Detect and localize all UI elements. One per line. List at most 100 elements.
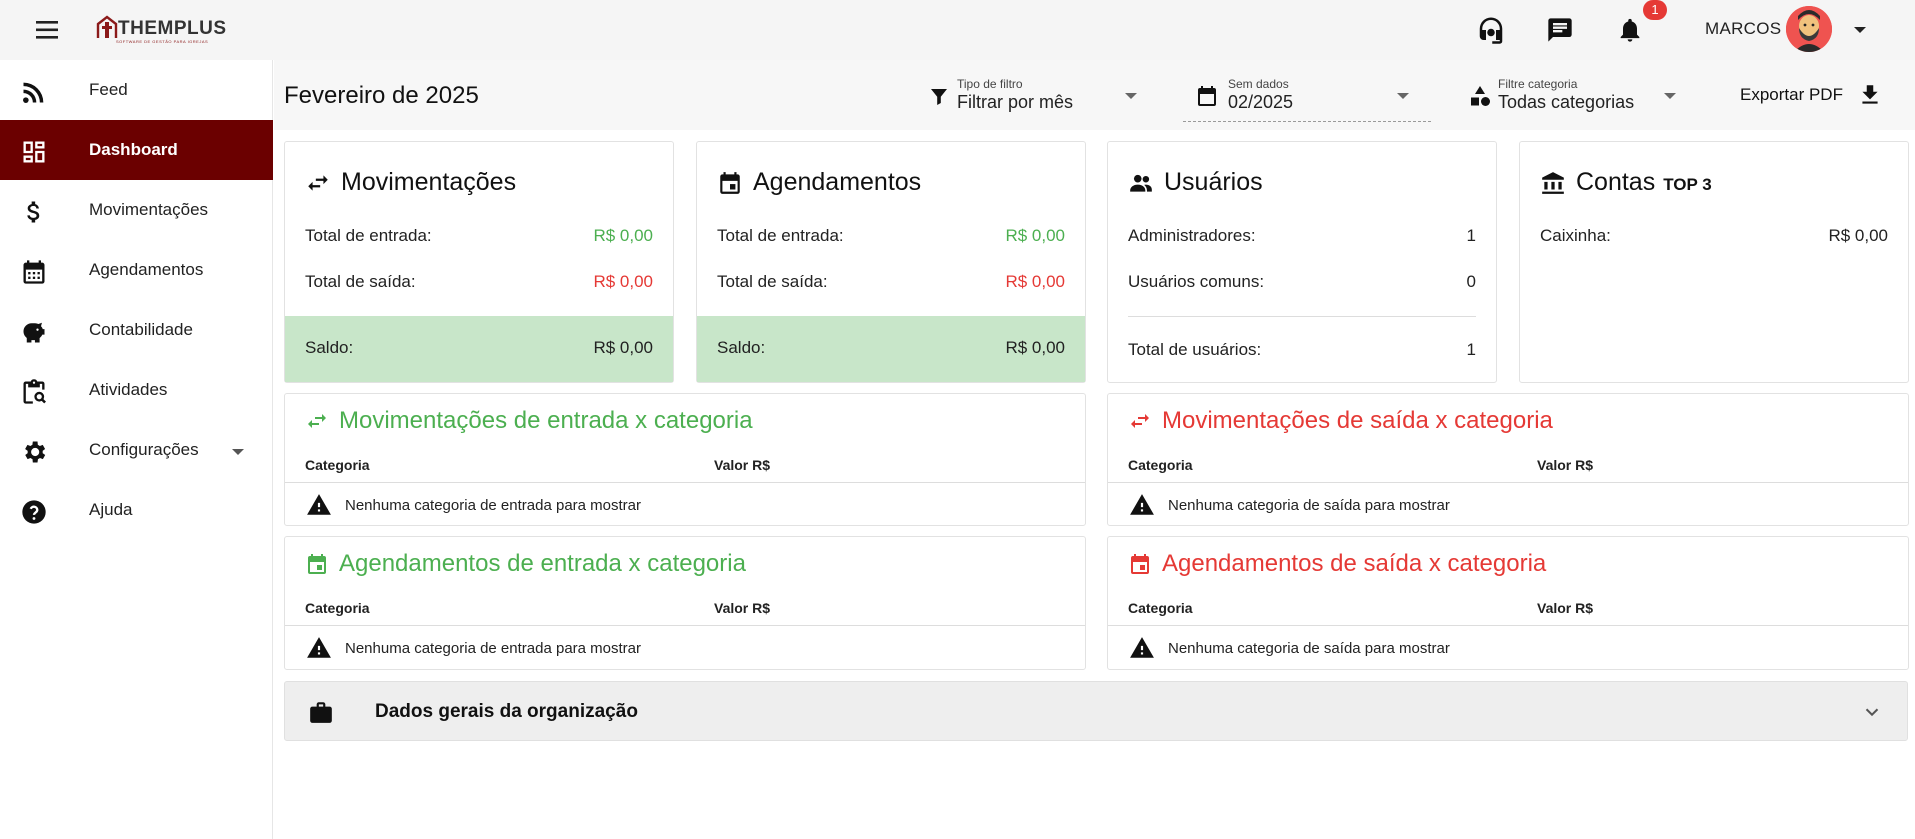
panel-title: Agendamentos de saída x categoria (1128, 550, 1546, 578)
sidebar-item-movimentacoes[interactable]: Movimentações (0, 180, 273, 240)
export-pdf-label: Exportar PDF (1740, 85, 1843, 104)
sidebar-item-contabilidade[interactable]: Contabilidade (0, 300, 273, 360)
panel-movimentacoes-entrada: Movimentações de entrada x categoria Cat… (284, 393, 1086, 526)
sidebar-item-ajuda[interactable]: Ajuda (0, 480, 273, 540)
sidebar-item-label: Configurações (89, 440, 199, 459)
saldo-row: Saldo: R$ 0,00 (285, 316, 673, 382)
organization-label: Dados gerais da organização (375, 701, 638, 722)
date-filter-select[interactable]: Sem dados 02/2025 (1183, 74, 1431, 122)
entrada-value: R$ 0,00 (593, 226, 653, 245)
empty-state-row: Nenhuma categoria de saída para mostrar (1128, 492, 1450, 518)
saida-value: R$ 0,00 (1005, 272, 1065, 291)
category-filter-value: Todas categorias (1498, 92, 1635, 112)
divider (285, 625, 1085, 626)
card-title: Usuários (1128, 168, 1263, 197)
empty-state-row: Nenhuma categoria de entrada para mostra… (305, 492, 641, 518)
top3-badge: TOP 3 (1663, 174, 1712, 194)
chat-icon[interactable] (1544, 14, 1576, 46)
filter-icon (927, 84, 951, 108)
sidebar: Feed Dashboard Movimentações Agendamento… (0, 60, 273, 839)
entrada-row: Total de entrada: R$ 0,00 (717, 226, 1065, 245)
saida-row: Total de saída: R$ 0,00 (717, 272, 1065, 291)
user-menu-chevron-down-icon[interactable] (1850, 20, 1870, 40)
sidebar-item-atividades[interactable]: Atividades (0, 360, 273, 420)
export-pdf-button[interactable]: Exportar PDF (1740, 80, 1883, 110)
logo-mark-icon (96, 15, 118, 38)
card-contas: Contas TOP 3 Caixinha: R$ 0,00 (1519, 141, 1909, 383)
card-agendamentos: Agendamentos Total de entrada: R$ 0,00 T… (696, 141, 1086, 383)
admins-row: Administradores: 1 (1128, 226, 1476, 245)
chevron-down-icon (1393, 86, 1413, 106)
category-filter-select[interactable]: Filtre categoria Todas categorias (1468, 74, 1686, 122)
sidebar-item-label: Feed (89, 80, 128, 99)
total-usuarios-row: Total de usuários: 1 (1128, 340, 1476, 359)
calendar-icon (20, 258, 48, 286)
warning-icon (1130, 494, 1154, 515)
headset-support-icon[interactable] (1475, 14, 1507, 46)
divider (1108, 625, 1908, 626)
chevron-down-icon (1861, 701, 1883, 723)
sidebar-item-agendamentos[interactable]: Agendamentos (0, 240, 273, 300)
sidebar-item-feed[interactable]: Feed (0, 60, 273, 120)
avatar[interactable] (1786, 6, 1832, 52)
card-title: Movimentações (305, 168, 516, 197)
users-icon (1130, 174, 1152, 192)
bank-icon (1542, 171, 1564, 194)
page-title: Fevereiro de 2025 (284, 82, 479, 109)
saida-value: R$ 0,00 (593, 272, 653, 291)
notifications-bell-icon[interactable] (1614, 14, 1646, 46)
app-logo[interactable]: THEMPLUS SOFTWARE DE GESTÃO PARA IGREJAS (96, 14, 227, 46)
help-icon (20, 498, 48, 526)
filter-type-select[interactable]: Tipo de filtro Filtrar por mês (927, 74, 1145, 122)
column-header-valor: Valor R$ (1537, 457, 1594, 473)
conta-row: Caixinha: R$ 0,00 (1540, 226, 1888, 245)
card-title: Contas TOP 3 (1540, 168, 1712, 197)
warning-icon (307, 637, 331, 658)
saldo-value: R$ 0,00 (1005, 338, 1065, 357)
calendar-event-icon (308, 554, 326, 574)
swap-arrows-icon (1131, 414, 1149, 428)
clipboard-search-icon (20, 378, 48, 406)
chevron-down-icon[interactable] (228, 442, 248, 462)
card-movimentacoes: Movimentações Total de entrada: R$ 0,00 … (284, 141, 674, 383)
date-filter-label: Sem dados (1228, 77, 1289, 91)
saldo-row: Saldo: R$ 0,00 (697, 316, 1085, 382)
card-title: Agendamentos (717, 168, 921, 197)
sidebar-item-dashboard[interactable]: Dashboard (0, 120, 273, 180)
sidebar-item-label: Atividades (89, 380, 168, 399)
column-header-categoria: Categoria (305, 600, 370, 616)
sidebar-item-label: Ajuda (89, 500, 133, 519)
download-icon (1862, 85, 1878, 104)
swap-arrows-icon (308, 174, 328, 191)
column-header-valor: Valor R$ (1537, 600, 1594, 616)
briefcase-icon (307, 699, 335, 725)
filter-type-label: Tipo de filtro (957, 77, 1023, 91)
entrada-value: R$ 0,00 (1005, 226, 1065, 245)
column-header-valor: Valor R$ (714, 457, 771, 473)
sidebar-item-label: Movimentações (89, 200, 209, 219)
gear-icon (20, 438, 48, 466)
chevron-down-icon (1660, 86, 1680, 106)
saida-row: Total de saída: R$ 0,00 (305, 272, 653, 291)
saldo-value: R$ 0,00 (593, 338, 653, 357)
organization-accordion[interactable]: Dados gerais da organização (284, 681, 1908, 741)
card-usuarios: Usuários Administradores: 1 Usuários com… (1107, 141, 1497, 383)
column-header-categoria: Categoria (305, 457, 370, 473)
date-filter-value: 02/2025 (1228, 92, 1294, 112)
divider (1128, 316, 1476, 317)
comuns-row: Usuários comuns: 0 (1128, 272, 1476, 291)
sidebar-item-configuracoes[interactable]: Configurações (0, 420, 273, 480)
panel-title: Agendamentos de entrada x categoria (305, 550, 746, 578)
empty-state-row: Nenhuma categoria de entrada para mostra… (305, 635, 641, 661)
column-header-valor: Valor R$ (714, 600, 771, 616)
panel-title: Movimentações de entrada x categoria (305, 407, 753, 435)
swap-arrows-icon (308, 414, 326, 428)
piggy-bank-icon (20, 318, 48, 346)
filter-type-value: Filtrar por mês (957, 92, 1074, 112)
divider (1108, 482, 1908, 483)
warning-icon (1130, 637, 1154, 658)
panel-title: Movimentações de saída x categoria (1128, 407, 1553, 435)
entrada-row: Total de entrada: R$ 0,00 (305, 226, 653, 245)
user-name[interactable]: MARCOS (1705, 19, 1781, 39)
menu-icon[interactable] (34, 17, 62, 43)
